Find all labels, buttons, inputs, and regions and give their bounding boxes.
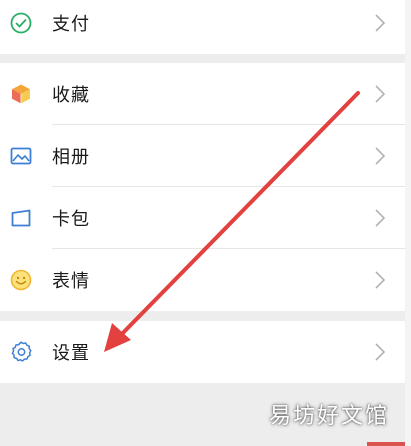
settings-group: 设置 xyxy=(0,321,405,383)
collection-group: 收藏 相册 卡包 表情 xyxy=(0,63,405,311)
album-icon xyxy=(8,143,34,169)
chevron-right-icon xyxy=(375,85,386,103)
wechat-me-menu: 支付 收藏 相册 卡包 表情 设置 易坊好文馆 xyxy=(0,0,411,446)
menu-item-settings[interactable]: 设置 xyxy=(0,321,405,383)
chevron-right-icon xyxy=(375,209,386,227)
menu-item-label: 支付 xyxy=(52,14,90,35)
menu-item-label: 相册 xyxy=(52,147,90,168)
menu-item-label: 收藏 xyxy=(52,85,90,106)
scroll-edge xyxy=(405,0,411,446)
chevron-right-icon xyxy=(375,343,386,361)
menu-item-stickers[interactable]: 表情 xyxy=(0,249,405,311)
chevron-right-icon xyxy=(375,14,386,32)
menu-item-label: 设置 xyxy=(52,343,90,364)
menu-item-favorites[interactable]: 收藏 xyxy=(0,63,405,125)
corner-tab xyxy=(367,442,405,446)
menu-item-album[interactable]: 相册 xyxy=(0,125,405,187)
menu-item-label: 表情 xyxy=(52,271,90,292)
sticker-icon xyxy=(8,267,34,293)
chevron-right-icon xyxy=(375,147,386,165)
favorites-icon xyxy=(8,81,34,107)
watermark: 易坊好文馆 xyxy=(268,404,389,429)
payment-icon xyxy=(8,10,34,36)
menu-item-payment[interactable]: 支付 xyxy=(0,0,405,54)
settings-icon xyxy=(8,339,34,365)
chevron-right-icon xyxy=(375,271,386,289)
payment-group: 支付 xyxy=(0,0,405,54)
menu-item-card-wallet[interactable]: 卡包 xyxy=(0,187,405,249)
menu-item-label: 卡包 xyxy=(52,209,90,230)
card-wallet-icon xyxy=(8,205,34,231)
